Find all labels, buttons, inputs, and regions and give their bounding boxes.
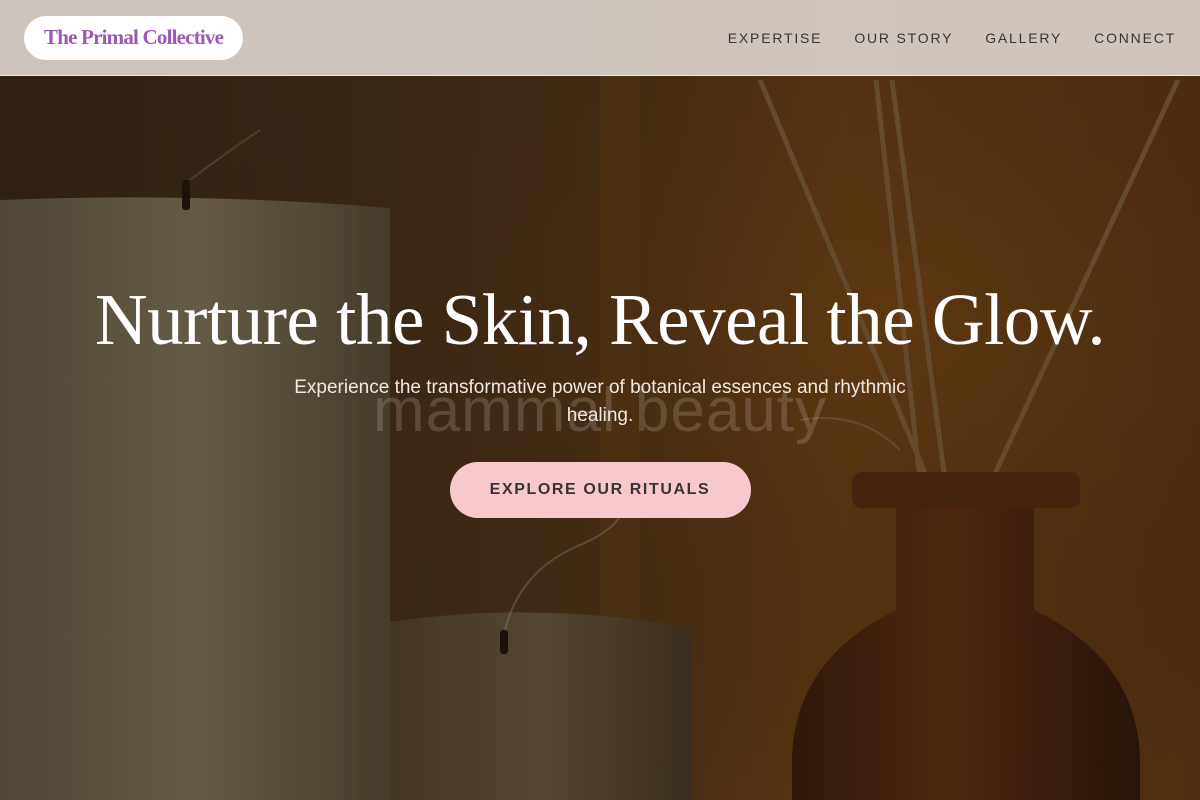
hero-subtitle: Experience the transformative power of b… [294,377,906,426]
brand-logo[interactable]: The Primal Collective [24,15,244,60]
nav-link-connect[interactable]: CONNECT [1094,30,1176,46]
top-navbar: The Primal Collective EXPERTISE OUR STOR… [0,0,1200,76]
nav-link-gallery[interactable]: GALLERY [985,30,1062,46]
nav-link-expertise[interactable]: EXPERTISE [728,30,823,46]
nav-link-our-story[interactable]: OUR STORY [854,30,953,46]
hero-title: Nurture the Skin, Reveal the Glow. [94,279,1106,360]
brand-name: The Primal Collective [44,25,224,49]
main-nav: EXPERTISE OUR STORY GALLERY CONNECT [728,30,1176,46]
explore-rituals-button[interactable]: EXPLORE OUR RITUALS [449,462,751,518]
hero-section: Nurture the Skin, Reveal the Glow. mamma… [0,280,1200,518]
